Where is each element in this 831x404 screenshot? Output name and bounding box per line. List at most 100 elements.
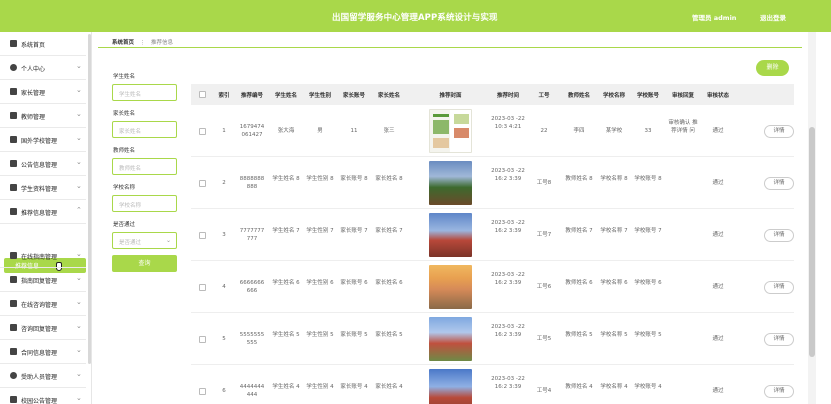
- cell-name: 学生姓名 4: [272, 384, 300, 390]
- table-row[interactable]: 5 5555555 555 学生姓名 5 学生性别 5 家长账号 5 家长姓名 …: [191, 313, 794, 365]
- table-row[interactable]: 4 6666666 666 学生姓名 6 学生性别 6 家长账号 6 家长姓名 …: [191, 261, 794, 313]
- grid-icon: [10, 252, 17, 259]
- cell-no: 8888888 888: [239, 176, 265, 190]
- sidebar-item-contracts[interactable]: 合同信息管理 ⌄: [0, 340, 86, 364]
- school-name-label: 学校名称: [113, 185, 136, 191]
- sidebar-item-home[interactable]: 系统首页: [0, 32, 86, 56]
- cell-time: 2023-03 -22 16:2 3:39: [491, 220, 525, 234]
- grid-icon: [10, 136, 17, 143]
- sidebar-item-online-consult[interactable]: 在线咨询管理 ⌄: [0, 292, 86, 316]
- table-row[interactable]: 2 8888888 888 学生姓名 8 学生性别 8 家长账号 8 家长姓名 …: [191, 157, 794, 209]
- cell-parent-name: 家长姓名 6: [375, 280, 403, 286]
- table-row[interactable]: 6 4444444 444 学生姓名 4 学生性别 4 家长账号 4 家长姓名 …: [191, 365, 794, 404]
- grid-icon: [10, 184, 17, 191]
- detail-button[interactable]: 详情: [764, 281, 794, 294]
- cover-image: [429, 161, 472, 205]
- parent-name-input[interactable]: 家长姓名: [112, 121, 177, 138]
- cell-index: 2: [222, 180, 226, 186]
- cover-image: [429, 109, 472, 153]
- sidebar-item-student-files[interactable]: 学生资料管理 ⌄: [0, 176, 86, 200]
- cell-index: 6: [222, 388, 226, 394]
- sidebar-item-aided-persons[interactable]: 受助人员管理 ⌄: [0, 364, 86, 388]
- approved-select[interactable]: 是否通过 ⌄: [112, 232, 177, 249]
- sidebar-item-campus-notices[interactable]: 校园公告管理 ⌄: [0, 388, 86, 404]
- row-checkbox[interactable]: [199, 180, 206, 187]
- cell-staff-no: 工号7: [536, 232, 552, 238]
- cell-no: 5555555 555: [239, 332, 265, 346]
- sidebar-item-announcements[interactable]: 公告信息管理 ⌄: [0, 152, 86, 176]
- row-checkbox[interactable]: [199, 232, 206, 239]
- cell-parent-name: 家长姓名 8: [375, 176, 403, 182]
- sidebar-scrollbar[interactable]: [88, 34, 91, 364]
- detail-button[interactable]: 详情: [764, 333, 794, 346]
- sidebar-item-label: 教师管理: [21, 114, 46, 121]
- sidebar-item-label: 家长管理: [21, 90, 46, 97]
- cell-parent-name: 家长姓名 4: [375, 384, 403, 390]
- cell-time: 2023-03 -22 16:2 3:39: [491, 376, 525, 390]
- column-header: 推荐封面: [439, 93, 462, 99]
- school-name-input[interactable]: 学校名称: [112, 195, 177, 212]
- cell-parent-name: 家长姓名 5: [375, 332, 403, 338]
- chevron-down-icon: ⌄: [76, 86, 82, 94]
- cell-name: 学生姓名 5: [272, 332, 300, 338]
- cell-teacher: 教师姓名 6: [565, 280, 593, 286]
- column-header: 学生性别: [308, 93, 331, 99]
- chevron-down-icon: ⌄: [76, 110, 82, 118]
- grid-icon: [10, 208, 17, 215]
- sidebar-item-guide-replies[interactable]: 指南回复管理 ⌄: [0, 268, 86, 292]
- teacher-name-input[interactable]: 教师姓名: [112, 158, 177, 175]
- sidebar-item-label: 学生资料管理: [21, 186, 58, 193]
- grid-icon: [10, 88, 17, 95]
- cell-staff-no: 工号8: [536, 180, 552, 186]
- row-checkbox[interactable]: [199, 336, 206, 343]
- sidebar-item-label: 合同信息管理: [21, 350, 58, 357]
- student-name-input[interactable]: 学生姓名: [112, 84, 177, 101]
- column-header: 学生姓名: [274, 93, 297, 99]
- cell-school-account: 33: [644, 128, 652, 134]
- sidebar-item-recommendations[interactable]: 推荐信息管理 ⌃: [0, 200, 86, 224]
- page-scrollbar-thumb[interactable]: [809, 127, 815, 357]
- cell-teacher: 教师姓名 5: [565, 332, 593, 338]
- breadcrumb-current: 推荐信息: [151, 40, 174, 46]
- detail-button[interactable]: 详情: [764, 229, 794, 242]
- search-button[interactable]: 查询: [112, 255, 177, 272]
- logout-link[interactable]: 退出登录: [760, 12, 786, 22]
- sidebar-item-parents[interactable]: 家长管理 ⌄: [0, 80, 86, 104]
- cell-parent-name: 张三: [383, 128, 395, 134]
- column-header: 推荐编号: [240, 93, 263, 99]
- chevron-down-icon: ⌄: [76, 182, 82, 190]
- sidebar-item-label: 在线指南管理: [21, 254, 58, 261]
- cell-status: 通过: [712, 284, 724, 290]
- delete-button[interactable]: 删除: [756, 60, 789, 76]
- row-checkbox[interactable]: [199, 128, 206, 135]
- cell-gender: 男: [317, 128, 323, 134]
- table-header: 索引 推荐编号 学生姓名 学生性别 家长账号 家长姓名 推荐封面 推荐时间 工号…: [191, 84, 794, 105]
- sidebar: 系统首页 个人中心 ⌄ 家长管理 ⌄ 教师管理 ⌄ 国外学校管理 ⌄ 公告信息管…: [0, 32, 92, 404]
- column-header: 教师姓名: [567, 93, 590, 99]
- teacher-name-label: 教师姓名: [113, 148, 136, 154]
- cell-parent-name: 家长姓名 7: [375, 228, 403, 234]
- detail-button[interactable]: 详情: [764, 125, 794, 138]
- table-row[interactable]: 3 7777777 777 学生姓名 7 学生性别 7 家长账号 7 家长姓名 …: [191, 209, 794, 261]
- sidebar-item-teachers[interactable]: 教师管理 ⌄: [0, 104, 86, 128]
- row-checkbox[interactable]: [199, 388, 206, 395]
- detail-button[interactable]: 详情: [764, 385, 794, 398]
- column-header: 推荐时间: [496, 93, 519, 99]
- sidebar-item-foreign-schools[interactable]: 国外学校管理 ⌄: [0, 128, 86, 152]
- sidebar-item-personal[interactable]: 个人中心 ⌄: [0, 56, 86, 80]
- row-checkbox[interactable]: [199, 284, 206, 291]
- chevron-down-icon: ⌄: [76, 322, 82, 330]
- chevron-down-icon: ⌄: [165, 237, 171, 244]
- sidebar-item-consult-replies[interactable]: 咨询回复管理 ⌄: [0, 316, 86, 340]
- cell-index: 4: [222, 284, 226, 290]
- select-all-checkbox[interactable]: [199, 91, 206, 98]
- sidebar-item-online-guide[interactable]: 在线指南管理 ⌄: [0, 244, 86, 268]
- table-row[interactable]: 1 1679474 061427 张大海 男 11 张三 2023-03 -22…: [191, 105, 794, 157]
- cell-staff-no: 工号5: [536, 336, 552, 342]
- cell-teacher: 教师姓名 7: [565, 228, 593, 234]
- grid-icon: [10, 112, 17, 119]
- page-scrollbar[interactable]: [808, 32, 816, 404]
- breadcrumb-divider: [98, 47, 802, 48]
- detail-button[interactable]: 详情: [764, 177, 794, 190]
- breadcrumb-home[interactable]: 系统首页: [112, 40, 134, 46]
